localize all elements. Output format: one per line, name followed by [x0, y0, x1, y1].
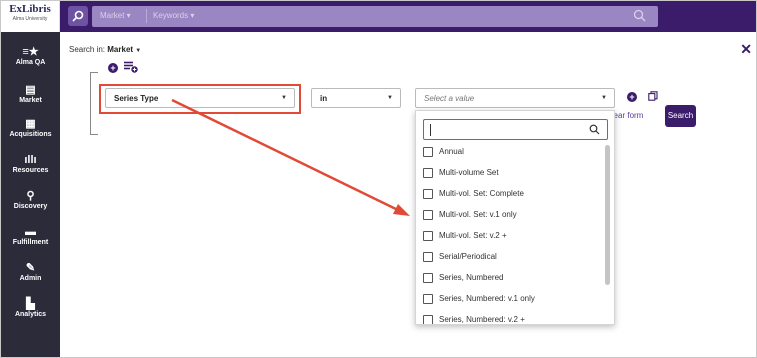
sidebar-item-discovery[interactable]: ⚲ Discovery [1, 190, 60, 210]
option-label: Series, Numbered: v.1 only [439, 294, 535, 303]
sidebar-item-market[interactable]: ▤ Market [1, 84, 60, 104]
search-toggle-icon [72, 10, 84, 22]
dropdown-scrollbar[interactable] [605, 145, 610, 285]
sidebar-item-admin[interactable]: ✎ Admin [1, 262, 60, 282]
option-label: Multi-vol. Set: v.1 only [439, 210, 517, 219]
operator-select-value: in [320, 94, 328, 103]
add-group-icon[interactable] [124, 61, 138, 73]
search-in-label: Search in: [69, 45, 106, 54]
sidebar-item-acquisitions[interactable]: ▦ Acquisitions [1, 118, 60, 138]
dropdown-option[interactable]: Multi-vol. Set: v.1 only [423, 207, 603, 223]
search-scope-dropdown[interactable]: Market ▾ [100, 11, 131, 20]
sidebar: ExLibris Alma University ≡★ Alma QA ▤ Ma… [1, 1, 60, 357]
resources-icon: ıllı [24, 154, 37, 166]
logo-main: ExLibris [9, 3, 51, 15]
advanced-search-panel: Search in: Market ▼ ✕ + Series Type ▼ in… [60, 32, 756, 357]
search-in-value: Market [107, 45, 134, 54]
checkbox[interactable] [423, 147, 433, 157]
add-condition-icon[interactable]: + [108, 63, 118, 73]
market-icon: ▤ [25, 84, 36, 96]
sidebar-item-fulfillment[interactable]: ▬ Fulfillment [1, 226, 60, 246]
sidebar-item-label: Alma QA [15, 59, 46, 66]
value-select[interactable]: Select a value ▼ [415, 88, 615, 108]
sidebar-item-label: Admin [19, 275, 42, 282]
dropdown-option[interactable]: Series, Numbered: v.1 only [423, 291, 603, 307]
sidebar-item-alma-qa[interactable]: ≡★ Alma QA [1, 46, 60, 66]
search-type-dropdown[interactable]: Keywords ▾ [153, 11, 194, 20]
chevron-down-icon: ▼ [135, 48, 142, 54]
add-row-icon[interactable]: + [627, 92, 637, 102]
checkbox[interactable] [423, 252, 433, 262]
value-dropdown-panel: Annual Multi-volume Set Multi-vol. Set: … [415, 110, 615, 325]
dropdown-filter-input[interactable] [423, 119, 608, 140]
checkbox[interactable] [423, 294, 433, 304]
dropdown-option[interactable]: Multi-vol. Set: Complete [423, 186, 603, 202]
option-label: Series, Numbered: v.2 + [439, 315, 525, 324]
checkbox[interactable] [423, 168, 433, 178]
option-label: Annual [439, 147, 464, 156]
option-label: Multi-vol. Set: v.2 + [439, 231, 507, 240]
analytics-icon: ▙ [26, 298, 35, 310]
option-label: Serial/Periodical [439, 252, 497, 261]
checkbox[interactable] [423, 210, 433, 220]
dropdown-option[interactable]: Multi-volume Set [423, 165, 603, 181]
acquisitions-icon: ▦ [25, 118, 36, 130]
telescope-icon: ⚲ [26, 190, 35, 202]
sidebar-item-label: Discovery [13, 203, 48, 210]
option-label: Series, Numbered [439, 273, 504, 282]
operator-select[interactable]: in ▼ [311, 88, 401, 108]
sidebar-item-label: Market [19, 97, 42, 104]
logo-sub: Alma University [12, 16, 48, 22]
checkbox[interactable] [423, 189, 433, 199]
chevron-down-icon: ▼ [601, 95, 607, 101]
annotation-highlight-box [99, 84, 301, 114]
list-star-icon: ≡★ [22, 46, 39, 58]
option-label: Multi-vol. Set: Complete [439, 189, 524, 198]
copy-icon[interactable] [648, 91, 658, 101]
group-bracket [90, 72, 98, 135]
close-button[interactable]: ✕ [740, 41, 752, 58]
wrench-icon: ✎ [25, 262, 36, 274]
chevron-down-icon: ▼ [387, 95, 393, 101]
top-bar: Market ▾ Keywords ▾ [60, 1, 756, 32]
dropdown-option[interactable]: Series, Numbered [423, 270, 603, 286]
dropdown-option[interactable]: Annual [423, 144, 603, 160]
option-label: Multi-volume Set [439, 168, 499, 177]
search-bar[interactable]: Market ▾ Keywords ▾ [92, 6, 658, 27]
sidebar-item-label: Resources [12, 167, 49, 174]
scope-divider [146, 9, 147, 23]
checkbox[interactable] [423, 273, 433, 283]
logo[interactable]: ExLibris Alma University [1, 1, 60, 32]
search-in-selector[interactable]: Search in: Market ▼ [69, 45, 141, 54]
sidebar-item-label: Analytics [14, 311, 47, 318]
sidebar-item-label: Fulfillment [12, 239, 49, 246]
value-select-placeholder: Select a value [424, 94, 475, 103]
sidebar-item-label: Acquisitions [9, 131, 52, 138]
sidebar-item-analytics[interactable]: ▙ Analytics [1, 298, 60, 318]
search-button[interactable]: Search [665, 105, 696, 127]
dropdown-option[interactable]: Series, Numbered: v.2 + [423, 312, 603, 324]
persistent-search-button[interactable] [68, 6, 88, 26]
checkbox[interactable] [423, 315, 433, 324]
sidebar-item-resources[interactable]: ıllı Resources [1, 154, 60, 174]
checkbox[interactable] [423, 231, 433, 241]
fulfillment-icon: ▬ [25, 226, 36, 238]
dropdown-option[interactable]: Serial/Periodical [423, 249, 603, 265]
text-cursor [430, 124, 431, 136]
search-icon[interactable] [633, 9, 646, 22]
search-icon[interactable] [589, 124, 600, 135]
dropdown-option[interactable]: Multi-vol. Set: v.2 + [423, 228, 603, 244]
